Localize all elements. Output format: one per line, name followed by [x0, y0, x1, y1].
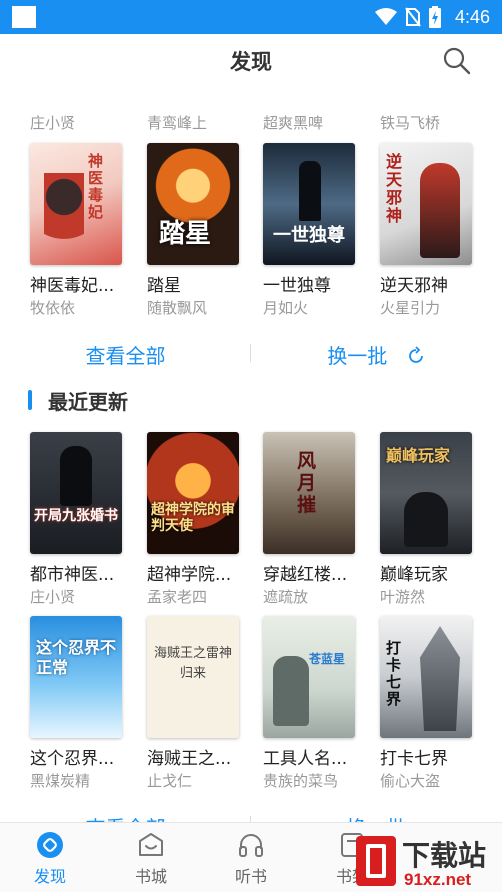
nav-label: 书城 — [134, 867, 167, 886]
book-cover[interactable]: 巅峰玩家 — [380, 432, 472, 554]
book-author: 黑煤炭精 — [30, 772, 91, 790]
book-cover[interactable]: 风月摧 — [263, 432, 355, 554]
book-author: 随散飘风 — [147, 299, 208, 317]
book-title: 工具人名... — [263, 749, 348, 769]
cover-title: 神医毒妃 — [88, 152, 104, 221]
author-label: 铁马飞桥 — [380, 114, 441, 132]
nav-bookstore[interactable]: 书城 — [111, 831, 191, 887]
cover-title: 巅峰玩家 — [386, 446, 451, 465]
wifi-icon — [374, 8, 397, 25]
nav-audiobooks[interactable]: 听书 — [211, 831, 291, 887]
author-label: 青鸾峰上 — [147, 114, 208, 132]
refresh-icon — [408, 346, 423, 363]
book-title: 巅峰玩家 — [380, 565, 448, 585]
watermark-text: 下载站 — [402, 840, 487, 871]
book-author: 牧依依 — [30, 299, 76, 317]
book-title: 穿越红楼... — [263, 565, 348, 585]
status-time: 4:46 — [454, 6, 490, 27]
page-title: 发现 — [230, 50, 272, 74]
cover-title: 海贼王之雷神归来 — [153, 646, 232, 681]
cover-title: 这个忍界不正常 — [36, 638, 117, 677]
book-title: 打卡七界 — [380, 749, 448, 769]
book-author: 孟家老四 — [147, 588, 208, 606]
cover-title: 打卡七界 — [386, 639, 402, 708]
book-title: 海贼王之... — [147, 749, 232, 769]
book-title: 逆天邪神 — [380, 276, 448, 296]
cover-title: 超神学院的审判天使 — [151, 502, 235, 534]
watermark-url: 91xz.net — [404, 870, 472, 889]
cover-title: 逆天邪神 — [386, 152, 403, 225]
refresh-button[interactable]: 换一批 — [251, 340, 502, 369]
book-title: 踏星 — [147, 276, 181, 296]
section-accent-bar — [28, 390, 32, 410]
book-author: 偷心大盗 — [380, 772, 441, 790]
book-author: 遮疏放 — [263, 588, 309, 606]
book-cover[interactable]: 超神学院的审判天使 — [147, 432, 239, 554]
book-title: 超神学院... — [147, 565, 232, 585]
book-cover[interactable]: 逆天邪神 — [380, 143, 472, 265]
book-title: 都市神医... — [30, 565, 115, 585]
discover-icon — [37, 832, 63, 858]
cover-title: 一世独尊 — [273, 225, 345, 246]
status-icons: 4:46 — [374, 0, 490, 34]
nav-label: 发现 — [33, 867, 66, 886]
nav-discover[interactable]: 发现 — [10, 831, 90, 887]
author-label: 庄小贤 — [30, 114, 76, 132]
nav-label: 听书 — [234, 867, 267, 886]
battery-charging-icon — [428, 6, 441, 28]
book-author: 叶游然 — [380, 588, 426, 606]
cover-title: 开局九张婚书 — [34, 508, 118, 524]
book-cover[interactable]: 开局九张婚书 — [30, 432, 122, 554]
book-author: 贵族的菜鸟 — [263, 772, 339, 790]
book-cover[interactable]: 海贼王之雷神归来 — [147, 616, 239, 738]
book-cover[interactable]: 这个忍界不正常 — [30, 616, 122, 738]
search-icon[interactable] — [442, 46, 472, 76]
notification-icon — [12, 6, 36, 28]
book-title: 一世独尊 — [263, 276, 331, 296]
headphones-icon — [239, 834, 263, 857]
book-title: 神医毒妃... — [30, 276, 115, 296]
cover-title: 踏星 — [159, 219, 212, 249]
previous-row-authors: 庄小贤 青鸾峰上 超爽黑啤 铁马飞桥 — [0, 112, 502, 134]
cover-title: 苍蓝星 — [309, 652, 346, 666]
book-author: 火星引力 — [380, 299, 441, 317]
site-watermark: 下载站 91xz.net — [352, 832, 502, 892]
author-label: 超爽黑啤 — [263, 114, 324, 132]
book-cover[interactable]: 苍蓝星 — [263, 616, 355, 738]
book-cover[interactable]: 神医毒妃 — [30, 143, 122, 265]
book-cover[interactable]: 一世独尊 — [263, 143, 355, 265]
no-sim-icon — [405, 7, 421, 27]
bookstore-icon — [139, 833, 163, 856]
book-author: 止戈仁 — [147, 772, 193, 790]
refresh-label: 换一批 — [327, 344, 388, 368]
book-author: 庄小贤 — [30, 588, 76, 606]
cover-title: 风月摧 — [297, 450, 317, 516]
watermark-logo-icon — [356, 836, 396, 886]
discover-actions: 查看全部 换一批 — [0, 332, 502, 372]
book-cover[interactable]: 打卡七界 — [380, 616, 472, 738]
book-title: 这个忍界... — [30, 749, 115, 769]
top-bar: 发现 — [0, 34, 502, 88]
book-author: 月如火 — [263, 299, 309, 317]
status-bar: 4:46 — [0, 0, 502, 34]
section-title: 最近更新 — [48, 390, 128, 414]
book-cover[interactable]: 踏星 — [147, 143, 239, 265]
view-all-button[interactable]: 查看全部 — [0, 340, 251, 369]
